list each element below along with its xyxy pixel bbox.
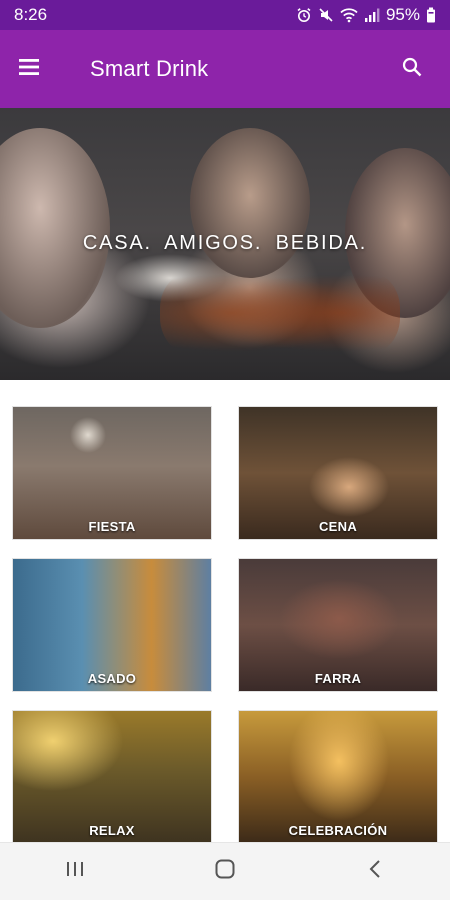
category-card-celebracion[interactable]: CELEBRACIÓN — [238, 710, 438, 844]
category-label: ASADO — [87, 671, 137, 686]
status-time: 8:26 — [14, 5, 48, 24]
app-bar: Smart Drink — [0, 30, 450, 108]
category-card-asado[interactable]: ASADO — [12, 558, 212, 692]
category-card-fiesta[interactable]: FIESTA — [12, 406, 212, 540]
category-card-relax[interactable]: RELAX — [12, 710, 212, 844]
menu-button[interactable] — [18, 45, 66, 93]
category-label: CELEBRACIÓN — [288, 823, 388, 838]
signal-icon — [364, 7, 380, 23]
category-card-farra[interactable]: FARRA — [238, 558, 438, 692]
category-label: FARRA — [314, 671, 362, 686]
category-label: FIESTA — [88, 519, 136, 534]
battery-icon — [426, 7, 436, 23]
alarm-icon — [296, 7, 312, 23]
status-icons: 95% — [296, 5, 436, 25]
category-label: CENA — [318, 519, 358, 534]
category-label: RELAX — [89, 823, 135, 838]
home-button[interactable] — [195, 850, 255, 894]
back-button[interactable] — [345, 850, 405, 894]
hero-photo-person-left — [0, 128, 110, 328]
home-icon — [214, 858, 236, 885]
app-title: Smart Drink — [90, 56, 209, 81]
back-icon — [367, 859, 383, 884]
recents-button[interactable] — [45, 850, 105, 894]
search-icon — [402, 57, 422, 82]
wifi-icon — [340, 7, 358, 23]
mute-icon — [318, 7, 334, 23]
battery-percent: 95% — [385, 5, 420, 24]
hero-photo-person-center — [190, 128, 310, 278]
hero-banner: CASA. AMIGOS. BEBIDA. — [0, 108, 450, 380]
hamburger-icon — [18, 58, 40, 81]
hero-tagline: CASA. AMIGOS. BEBIDA. — [82, 232, 368, 254]
recents-icon — [64, 860, 86, 883]
hero-photo-glasses — [160, 268, 400, 358]
category-card-cena[interactable]: CENA — [238, 406, 438, 540]
search-button[interactable] — [392, 49, 432, 89]
status-bar: 8:26 95% — [0, 0, 450, 30]
system-nav-bar — [0, 842, 450, 900]
